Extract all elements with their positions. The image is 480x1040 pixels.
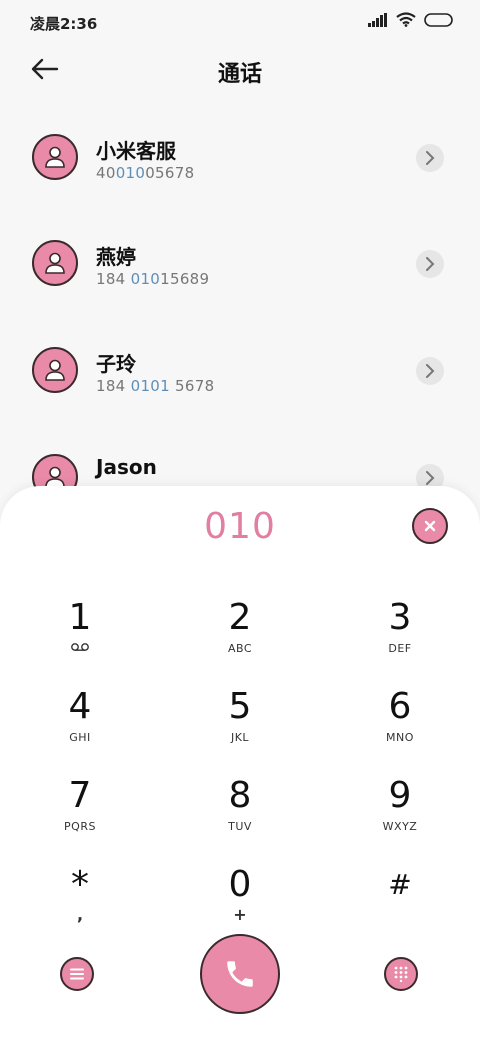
header: 通话 [0,44,480,96]
key-1[interactable]: 1 [20,598,140,678]
contact-number: 184 0101 5678 [96,377,215,395]
battery-icon [424,12,454,31]
key-star[interactable]: * , [20,865,140,945]
contact-number: 184 01015689 [96,270,210,288]
contact-name: 子玲 [96,352,136,376]
voicemail-icon [20,642,140,655]
key-3[interactable]: 3 DEF [340,598,460,678]
contact-detail-button[interactable] [416,357,444,385]
dialpad-icon [394,966,408,982]
signal-icon [368,12,388,31]
key-9[interactable]: 9 WXYZ [340,776,460,856]
key-7[interactable]: 7 PQRS [20,776,140,856]
contact-item[interactable]: 小米客服 4001005678 [0,108,480,208]
close-icon [424,520,436,532]
status-icons [368,12,454,31]
page-title: 通话 [217,62,262,87]
dialed-number[interactable]: 010 [0,506,480,547]
chevron-right-icon [426,471,435,485]
key-5[interactable]: 5 JKL [180,687,300,767]
contact-name: 小米客服 [96,139,176,163]
status-time: 凌晨2:36 [30,15,98,33]
chevron-right-icon [426,364,435,378]
key-6[interactable]: 6 MNO [340,687,460,767]
keypad-toggle-button[interactable] [384,957,418,991]
call-button[interactable] [200,934,280,1014]
contact-number: 4001005678 [96,164,195,182]
avatar [32,347,78,393]
key-8[interactable]: 8 TUV [180,776,300,856]
chevron-right-icon [426,257,435,271]
contact-item[interactable]: 子玲 184 0101 5678 [0,321,480,421]
status-bar: 凌晨2:36 [0,0,480,44]
menu-icon [70,968,84,980]
contact-detail-button[interactable] [416,250,444,278]
avatar [32,134,78,180]
person-icon [45,359,65,381]
contact-name: Jason [96,455,157,479]
avatar [32,240,78,286]
key-hash[interactable]: # [340,865,460,945]
contact-item[interactable]: 燕婷 184 01015689 [0,214,480,314]
key-4[interactable]: 4 GHI [20,687,140,767]
contact-name: 燕婷 [96,245,136,269]
person-icon [45,252,65,274]
contact-detail-button[interactable] [416,144,444,172]
person-icon [45,146,65,168]
dialer-panel: 010 1 2 ABC 3 DEF 4 GHI 5 JKL 6 MNO 7 PQ… [0,486,480,1040]
menu-button[interactable] [60,957,94,991]
clear-button[interactable] [412,508,448,544]
phone-icon [227,961,253,987]
key-0[interactable]: 0 + [180,865,300,945]
chevron-right-icon [426,151,435,165]
wifi-icon [396,12,416,31]
key-2[interactable]: 2 ABC [180,598,300,678]
